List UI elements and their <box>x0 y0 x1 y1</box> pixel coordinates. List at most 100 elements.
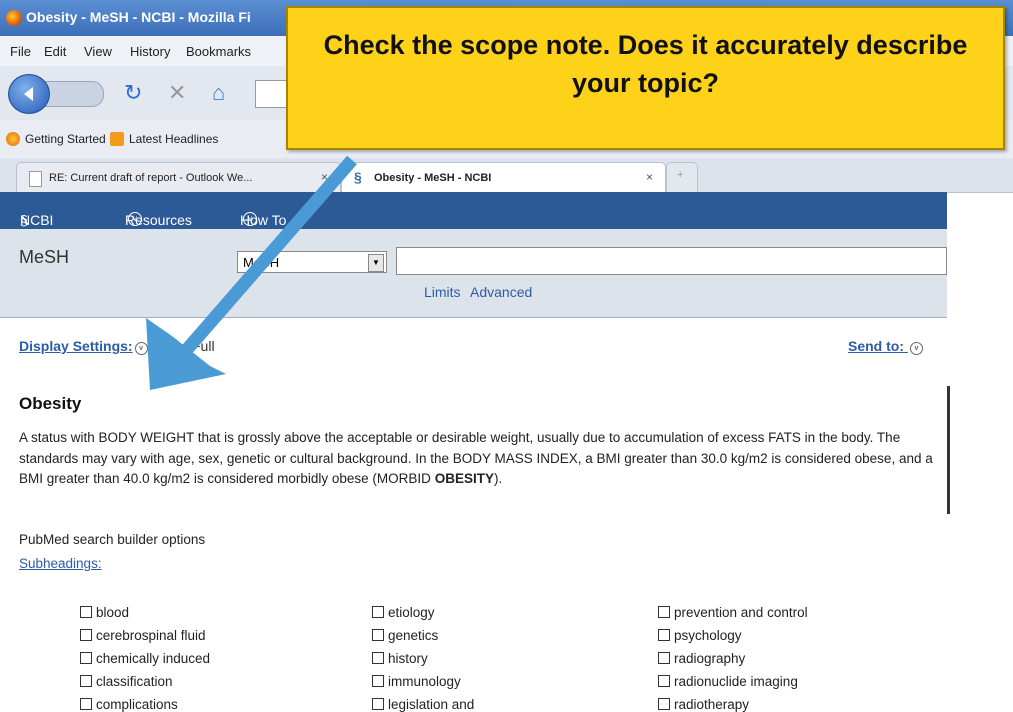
subheading-label: chemically induced <box>96 651 211 666</box>
subheading-checkbox[interactable]: legislation and <box>372 697 474 712</box>
menu-history[interactable]: History <box>130 44 170 59</box>
bookmark-label: Getting Started <box>25 132 106 146</box>
subheading-label: history <box>388 651 428 666</box>
subheading-checkbox[interactable]: history <box>372 651 428 666</box>
chevron-down-icon: v <box>134 342 148 355</box>
subheading-label: radiotherapy <box>674 697 750 712</box>
display-settings-label: Display Settings: <box>19 338 133 354</box>
limits-link[interactable]: Limits <box>424 284 461 300</box>
firefox-icon <box>6 132 20 146</box>
tab-label: Obesity - MeSH - NCBI <box>374 172 492 184</box>
dropdown-arrow-icon: ▼ <box>368 254 384 272</box>
record-title: Obesity <box>19 394 82 413</box>
checkbox[interactable] <box>372 652 384 664</box>
scrollbar-thumb[interactable] <box>947 386 950 514</box>
firefox-icon <box>6 10 22 26</box>
checkbox[interactable] <box>658 606 670 618</box>
builder-label: PubMed search builder options <box>19 532 206 547</box>
record-content: Display Settings: v Full Send to: v Obesi… <box>0 318 947 712</box>
subheading-label: etiology <box>388 605 435 620</box>
subheading-checkbox[interactable]: radiotherapy <box>658 697 749 712</box>
subheading-checkbox[interactable]: genetics <box>372 628 438 643</box>
checkbox[interactable] <box>372 675 384 687</box>
subheading-label: psychology <box>674 628 742 643</box>
new-tab-button[interactable]: + <box>666 162 698 192</box>
home-icon[interactable]: ⌂ <box>212 80 225 106</box>
close-icon[interactable]: × <box>321 170 328 184</box>
back-button[interactable] <box>8 74 50 114</box>
checkbox[interactable] <box>658 698 670 710</box>
callout-text: Check the scope note. Does it accurately… <box>323 30 968 98</box>
subheading-label: cerebrospinal fluid <box>96 628 206 643</box>
database-title: MeSH <box>19 247 70 267</box>
tab-outlook[interactable]: RE: Current draft of report - Outlook We… <box>16 162 341 192</box>
subheading-label: prevention and control <box>674 605 808 620</box>
subheading-checkbox[interactable]: psychology <box>658 628 742 643</box>
subheading-checkbox[interactable]: immunology <box>372 674 461 689</box>
subheading-checkbox[interactable]: complications <box>80 697 178 712</box>
send-to-label: Send to: <box>848 338 904 354</box>
menu-edit[interactable]: Edit <box>44 44 66 59</box>
scope-note-end: ). <box>493 471 503 486</box>
subheading-checkbox[interactable]: chemically induced <box>80 651 210 666</box>
menu-file[interactable]: File <box>10 44 31 59</box>
subheading-checkbox[interactable]: radionuclide imaging <box>658 674 798 689</box>
stop-icon[interactable]: ✕ <box>168 80 186 106</box>
tab-strip: RE: Current draft of report - Outlook We… <box>0 158 1013 193</box>
bookmark-label: Latest Headlines <box>129 132 219 146</box>
subheading-label: blood <box>96 605 130 620</box>
subheading-checkbox[interactable]: classification <box>80 674 173 689</box>
ncbi-header: § NCBI Resources v How To v <box>0 192 947 229</box>
subheading-label: immunology <box>388 674 461 689</box>
reload-icon[interactable]: ↻ <box>124 80 142 106</box>
checkbox[interactable] <box>372 606 384 618</box>
subheading-checkbox[interactable]: radiography <box>658 651 745 666</box>
checkbox[interactable] <box>80 698 92 710</box>
checkbox[interactable] <box>80 629 92 641</box>
chevron-down-icon: v <box>128 212 142 226</box>
bookmark-latest-headlines[interactable]: Latest Headlines <box>110 132 218 146</box>
checkbox[interactable] <box>80 652 92 664</box>
subheading-checkbox[interactable]: etiology <box>372 605 435 620</box>
page-scrollbar[interactable] <box>947 318 1013 711</box>
chevron-down-icon: v <box>909 342 923 355</box>
menu-view[interactable]: View <box>84 44 112 59</box>
search-panel: MeSH MeSH ▼ Limits Advanced <box>0 229 947 318</box>
display-settings-link[interactable]: Display Settings: v <box>19 338 148 355</box>
subheading-label: radiography <box>674 651 746 666</box>
checkbox[interactable] <box>658 652 670 664</box>
menu-bookmarks[interactable]: Bookmarks <box>186 44 251 59</box>
subheading-label: complications <box>96 697 178 712</box>
display-settings-value: Full <box>192 338 215 354</box>
tab-label: RE: Current draft of report - Outlook We… <box>49 172 253 184</box>
database-select-value: MeSH <box>243 255 280 270</box>
ncbi-logo-text: NCBI <box>20 212 54 228</box>
forward-button[interactable] <box>44 81 104 107</box>
checkbox[interactable] <box>658 675 670 687</box>
subheading-checkbox[interactable]: prevention and control <box>658 605 808 620</box>
database-select[interactable]: MeSH ▼ <box>237 251 387 273</box>
subheadings-link[interactable]: Subheadings: <box>19 556 102 571</box>
checkbox[interactable] <box>658 629 670 641</box>
tab-obesity-mesh[interactable]: § Obesity - MeSH - NCBI × <box>341 162 666 192</box>
checkbox[interactable] <box>80 606 92 618</box>
subheading-checkbox[interactable]: cerebrospinal fluid <box>80 628 206 643</box>
checkbox[interactable] <box>80 675 92 687</box>
bookmark-getting-started[interactable]: Getting Started <box>6 132 106 146</box>
advanced-link[interactable]: Advanced <box>470 284 532 300</box>
scope-note: A status with BODY WEIGHT that is grossl… <box>19 428 934 490</box>
search-input[interactable] <box>396 247 947 275</box>
checkbox[interactable] <box>372 698 384 710</box>
subheading-checkbox[interactable]: blood <box>80 605 129 620</box>
subheading-label: legislation and <box>388 697 475 712</box>
chevron-down-icon: v <box>243 212 257 226</box>
subheading-label: classification <box>96 674 173 689</box>
checkbox[interactable] <box>372 629 384 641</box>
subheading-label: genetics <box>388 628 439 643</box>
ncbi-icon: § <box>354 169 362 185</box>
document-icon <box>29 171 42 187</box>
subheading-label: radionuclide imaging <box>674 674 798 689</box>
send-to-link[interactable]: Send to: v <box>848 338 923 355</box>
close-icon[interactable]: × <box>646 170 653 184</box>
rss-icon <box>110 132 124 146</box>
